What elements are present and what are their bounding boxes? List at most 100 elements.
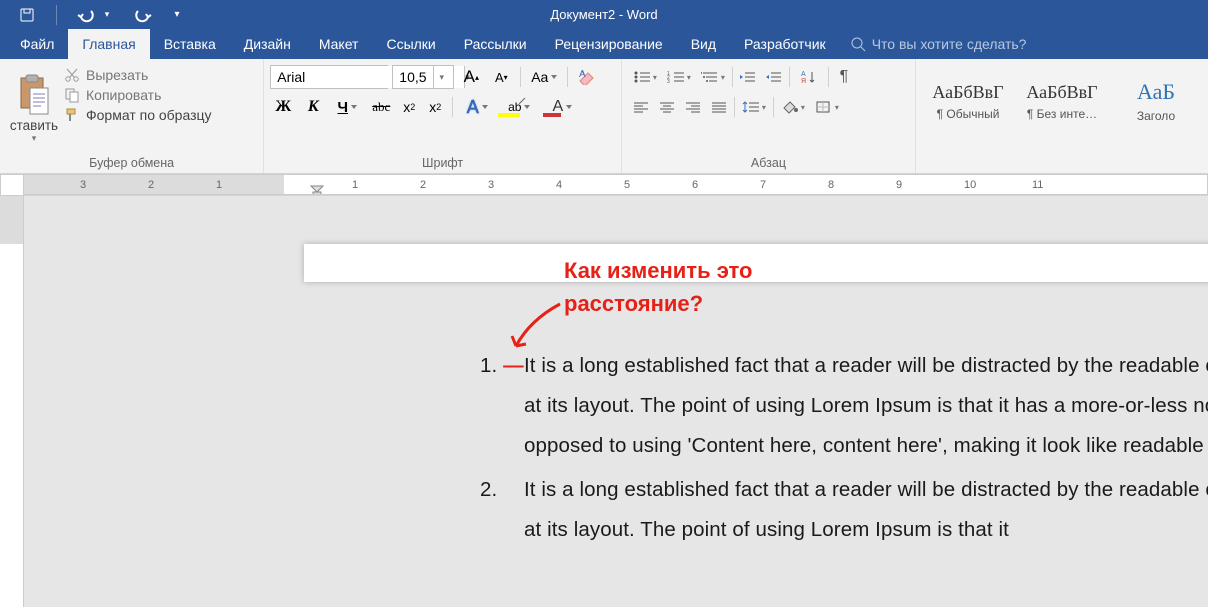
underline-button[interactable]: Ч	[330, 95, 364, 119]
align-right-button[interactable]	[680, 95, 706, 119]
list-text[interactable]: It is a long established fact that a rea…	[524, 346, 1208, 466]
copy-label: Копировать	[86, 87, 161, 103]
style-normal[interactable]: АаБбВвГ ¶ Обычный	[922, 65, 1014, 137]
sort-button[interactable]: АЯ	[792, 65, 826, 89]
text-effects-button[interactable]: A	[459, 95, 495, 119]
ruler-corner[interactable]	[0, 174, 24, 196]
subscript-button[interactable]: x2	[398, 95, 420, 119]
justify-icon	[711, 100, 727, 114]
tab-view[interactable]: Вид	[677, 29, 730, 59]
bucket-icon	[781, 100, 799, 114]
style-heading1[interactable]: АаБ Заголо	[1110, 65, 1202, 137]
style-sample: АаБ	[1137, 79, 1175, 105]
decrease-indent-button[interactable]	[735, 65, 761, 89]
align-right-icon	[685, 100, 701, 114]
v-ruler-margin-shade	[0, 196, 23, 244]
brush-icon	[64, 107, 80, 123]
strikethrough-button[interactable]: abc	[368, 95, 394, 119]
grow-font-button[interactable]: A▴	[458, 65, 484, 89]
style-name: ¶ Без инте…	[1027, 107, 1097, 121]
save-button[interactable]	[8, 0, 46, 29]
font-size-combo[interactable]: ▾	[392, 65, 454, 89]
undo-button[interactable]: ▾	[67, 0, 119, 29]
tab-references[interactable]: Ссылки	[372, 29, 449, 59]
paste-label: ставить	[10, 118, 58, 133]
separator	[828, 67, 829, 87]
indent-marker-icon[interactable]	[310, 185, 324, 195]
separator	[567, 67, 568, 87]
format-painter-label: Формат по образцу	[86, 107, 212, 123]
font-size-input[interactable]	[393, 66, 433, 88]
paste-button[interactable]: ставить ▾	[6, 63, 62, 154]
align-left-button[interactable]	[628, 95, 654, 119]
quick-access-toolbar: ▾ ▾	[0, 0, 189, 29]
separator	[520, 67, 521, 87]
eraser-icon: A	[578, 69, 596, 85]
tab-layout[interactable]: Макет	[305, 29, 373, 59]
vertical-ruler[interactable]	[0, 196, 24, 607]
horizontal-ruler[interactable]: 3 2 1 1 2 3 4 5 6 7 8 9 10 11	[24, 174, 1208, 195]
cut-button[interactable]: Вырезать	[64, 67, 212, 83]
tab-mailings[interactable]: Рассылки	[450, 29, 541, 59]
tab-design[interactable]: Дизайн	[230, 29, 305, 59]
italic-button[interactable]: К	[300, 95, 326, 119]
tab-review[interactable]: Рецензирование	[541, 29, 677, 59]
shrink-font-button[interactable]: A▾	[488, 65, 514, 89]
style-no-spacing[interactable]: АаБбВвГ ¶ Без инте…	[1016, 65, 1108, 137]
align-center-button[interactable]	[654, 95, 680, 119]
borders-button[interactable]: ▾	[810, 95, 844, 119]
page[interactable]: Как изменить это расстояние? 1. — It is …	[304, 244, 1208, 282]
list-item[interactable]: 2. It is a long established fact that a …	[480, 470, 1208, 550]
show-marks-button[interactable]: ¶	[831, 65, 857, 89]
ruler-row: 3 2 1 1 2 3 4 5 6 7 8 9 10 11	[0, 174, 1208, 196]
group-clipboard-label: Буфер обмена	[6, 154, 257, 173]
multilevel-list-button[interactable]: ▾	[696, 65, 730, 89]
font-name-combo[interactable]: ▾	[270, 65, 388, 89]
document-body[interactable]: 1. — It is a long established fact that …	[480, 346, 1208, 554]
multilevel-icon	[701, 70, 719, 84]
justify-button[interactable]	[706, 95, 732, 119]
format-painter-button[interactable]: Формат по образцу	[64, 107, 212, 123]
numbering-icon: 123	[667, 70, 685, 84]
numbering-button[interactable]: 123▾	[662, 65, 696, 89]
increase-indent-button[interactable]	[761, 65, 787, 89]
bullets-button[interactable]: ▾	[628, 65, 662, 89]
tab-home[interactable]: Главная	[68, 29, 149, 59]
tab-developer[interactable]: Разработчик	[730, 29, 840, 59]
font-color-button[interactable]: A	[543, 95, 581, 119]
style-name: Заголо	[1137, 109, 1175, 123]
qat-customize[interactable]: ▾	[165, 0, 189, 29]
tab-insert[interactable]: Вставка	[150, 29, 230, 59]
highlight-button[interactable]: ab	[499, 95, 539, 119]
outdent-icon	[740, 70, 756, 84]
group-font-label: Шрифт	[270, 154, 615, 173]
font-size-dropdown[interactable]: ▾	[433, 66, 449, 88]
tell-me-placeholder: Что вы хотите сделать?	[872, 36, 1027, 52]
document-canvas[interactable]: Как изменить это расстояние? 1. — It is …	[24, 196, 1208, 607]
group-clipboard: ставить ▾ Вырезать Копировать Формат по …	[0, 59, 264, 173]
ribbon: ставить ▾ Вырезать Копировать Формат по …	[0, 59, 1208, 174]
clear-formatting-button[interactable]: A	[574, 65, 600, 89]
tell-me-search[interactable]: Что вы хотите сделать?	[850, 29, 1027, 59]
change-case-button[interactable]: Aa	[527, 65, 561, 89]
list-item[interactable]: 1. — It is a long established fact that …	[480, 346, 1208, 466]
group-paragraph: ▾ 123▾ ▾ АЯ ¶ ▾	[622, 59, 916, 173]
separator	[452, 97, 453, 117]
line-spacing-button[interactable]: ▾	[737, 95, 771, 119]
bold-button[interactable]: Ж	[270, 95, 296, 119]
svg-text:A: A	[579, 69, 586, 80]
redo-button[interactable]	[123, 0, 161, 29]
copy-button[interactable]: Копировать	[64, 87, 212, 103]
shading-button[interactable]: ▾	[776, 95, 810, 119]
list-text[interactable]: It is a long established fact that a rea…	[524, 470, 1208, 550]
align-center-icon	[659, 100, 675, 114]
separator	[789, 67, 790, 87]
tab-file[interactable]: Файл	[6, 29, 68, 59]
list-number: 1. —	[480, 346, 524, 466]
superscript-button[interactable]: x2	[424, 95, 446, 119]
line-spacing-icon	[742, 100, 760, 114]
cut-label: Вырезать	[86, 67, 148, 83]
ribbon-tabs: Файл Главная Вставка Дизайн Макет Ссылки…	[0, 29, 1208, 59]
scissors-icon	[64, 67, 80, 83]
pen-icon	[519, 96, 527, 104]
